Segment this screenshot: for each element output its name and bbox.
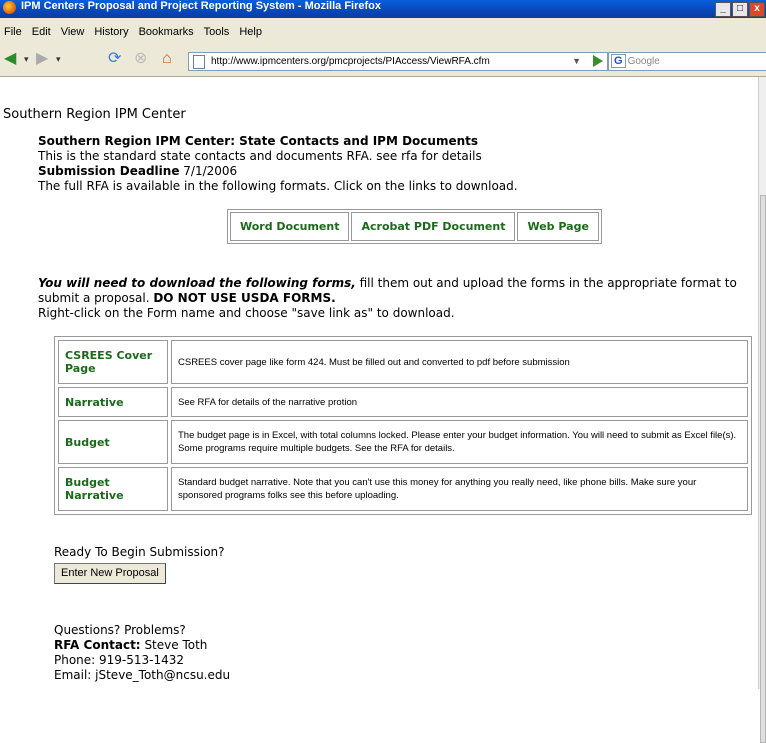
rfa-title: Southern Region IPM Center: State Contac… [38,134,479,148]
menu-file[interactable]: File [0,18,28,38]
questions-heading: Questions? Problems? [54,623,186,637]
page-icon [193,55,205,69]
contact-label: RFA Contact: [54,638,141,652]
menu-bar: File Edit View History Bookmarks Tools Help [0,18,766,44]
go-icon[interactable] [593,55,603,67]
forms-table: CSREES Cover Page CSREES cover page like… [54,336,752,515]
home-icon[interactable]: ⌂ [162,50,172,68]
form-link-csrees-cover-page[interactable]: CSREES Cover Page [58,340,168,384]
window-title: IPM Centers Proposal and Project Reporti… [21,0,382,12]
menu-tools[interactable]: Tools [200,18,236,38]
deadline-value: 7/1/2006 [183,164,238,178]
contact-info: Questions? Problems? RFA Contact: Steve … [54,623,230,683]
scrollbar-thumb[interactable] [760,195,766,743]
table-row: CSREES Cover Page CSREES cover page like… [58,340,748,384]
ready-heading: Ready To Begin Submission? [54,545,225,559]
formats-intro: The full RFA is available in the followi… [38,179,518,193]
maximize-icon[interactable]: □ [732,2,748,17]
form-link-budget-narrative[interactable]: Budget Narrative [58,467,168,511]
web-page-link[interactable]: Web Page [517,212,599,241]
url-bar[interactable]: http://www.ipmcenters.org/pmcprojects/PI… [188,52,608,71]
forward-icon[interactable]: ▶ [36,50,48,68]
search-input[interactable]: G Google [608,52,766,71]
formats-table: Word Document Acrobat PDF Document Web P… [227,209,602,244]
url-text: http://www.ipmcenters.org/pmcprojects/PI… [211,56,490,67]
forms-intro-bold: You will need to download the following … [38,276,356,290]
table-row: Budget The budget page is in Excel, with… [58,420,748,464]
google-search-engine-icon[interactable]: G [611,54,626,68]
enter-new-proposal-button[interactable]: Enter New Proposal [54,563,166,584]
word-document-link[interactable]: Word Document [230,212,350,241]
menu-help[interactable]: Help [235,18,268,38]
menu-history[interactable]: History [90,18,134,38]
rfa-info: Southern Region IPM Center: State Contac… [38,134,738,194]
navigation-toolbar: ◀ ▾ ▶ ▾ ⟳ ⊗ ⌂ http://www.ipmcenters.org/… [0,44,766,77]
stop-icon[interactable]: ⊗ [134,50,147,68]
form-link-budget[interactable]: Budget [58,420,168,464]
forms-instructions: You will need to download the following … [38,276,738,321]
table-row: Narrative See RFA for details of the nar… [58,387,748,417]
deadline-label: Submission Deadline [38,164,180,178]
reload-icon[interactable]: ⟳ [108,50,121,68]
pdf-document-link[interactable]: Acrobat PDF Document [351,212,516,241]
forms-hint: Right-click on the Form name and choose … [38,306,455,320]
rfa-description: This is the standard state contacts and … [38,149,482,163]
phone-text: Phone: 919-513-1432 [54,653,185,667]
contact-name: Steve Toth [144,638,208,652]
form-description: The budget page is in Excel, with total … [171,420,748,464]
search-placeholder: Google [627,56,660,67]
page-content: Southern Region IPM Center Southern Regi… [0,77,758,689]
minimize-icon[interactable]: _ [715,2,731,17]
vertical-scrollbar[interactable] [758,77,766,743]
menu-view[interactable]: View [57,18,91,38]
form-description: See RFA for details of the narrative pro… [171,387,748,417]
close-icon[interactable]: x [749,2,765,17]
menu-edit[interactable]: Edit [28,18,57,38]
menu-bookmarks[interactable]: Bookmarks [135,18,200,38]
window-titlebar: IPM Centers Proposal and Project Reporti… [0,0,766,18]
forward-dropdown-icon[interactable]: ▾ [56,50,61,68]
form-description: Standard budget narrative. Note that you… [171,467,748,511]
form-description: CSREES cover page like form 424. Must be… [171,340,748,384]
back-icon[interactable]: ◀ [4,50,16,68]
forms-warning: DO NOT USE USDA FORMS. [153,291,336,305]
table-row: Budget Narrative Standard budget narrati… [58,467,748,511]
firefox-logo-icon [3,1,16,14]
email-text: Email: jSteve_Toth@ncsu.edu [54,668,231,682]
form-link-narrative[interactable]: Narrative [58,387,168,417]
url-dropdown-icon[interactable]: ▼ [572,53,581,70]
back-dropdown-icon[interactable]: ▾ [24,50,29,68]
org-heading: Southern Region IPM Center [3,107,186,122]
